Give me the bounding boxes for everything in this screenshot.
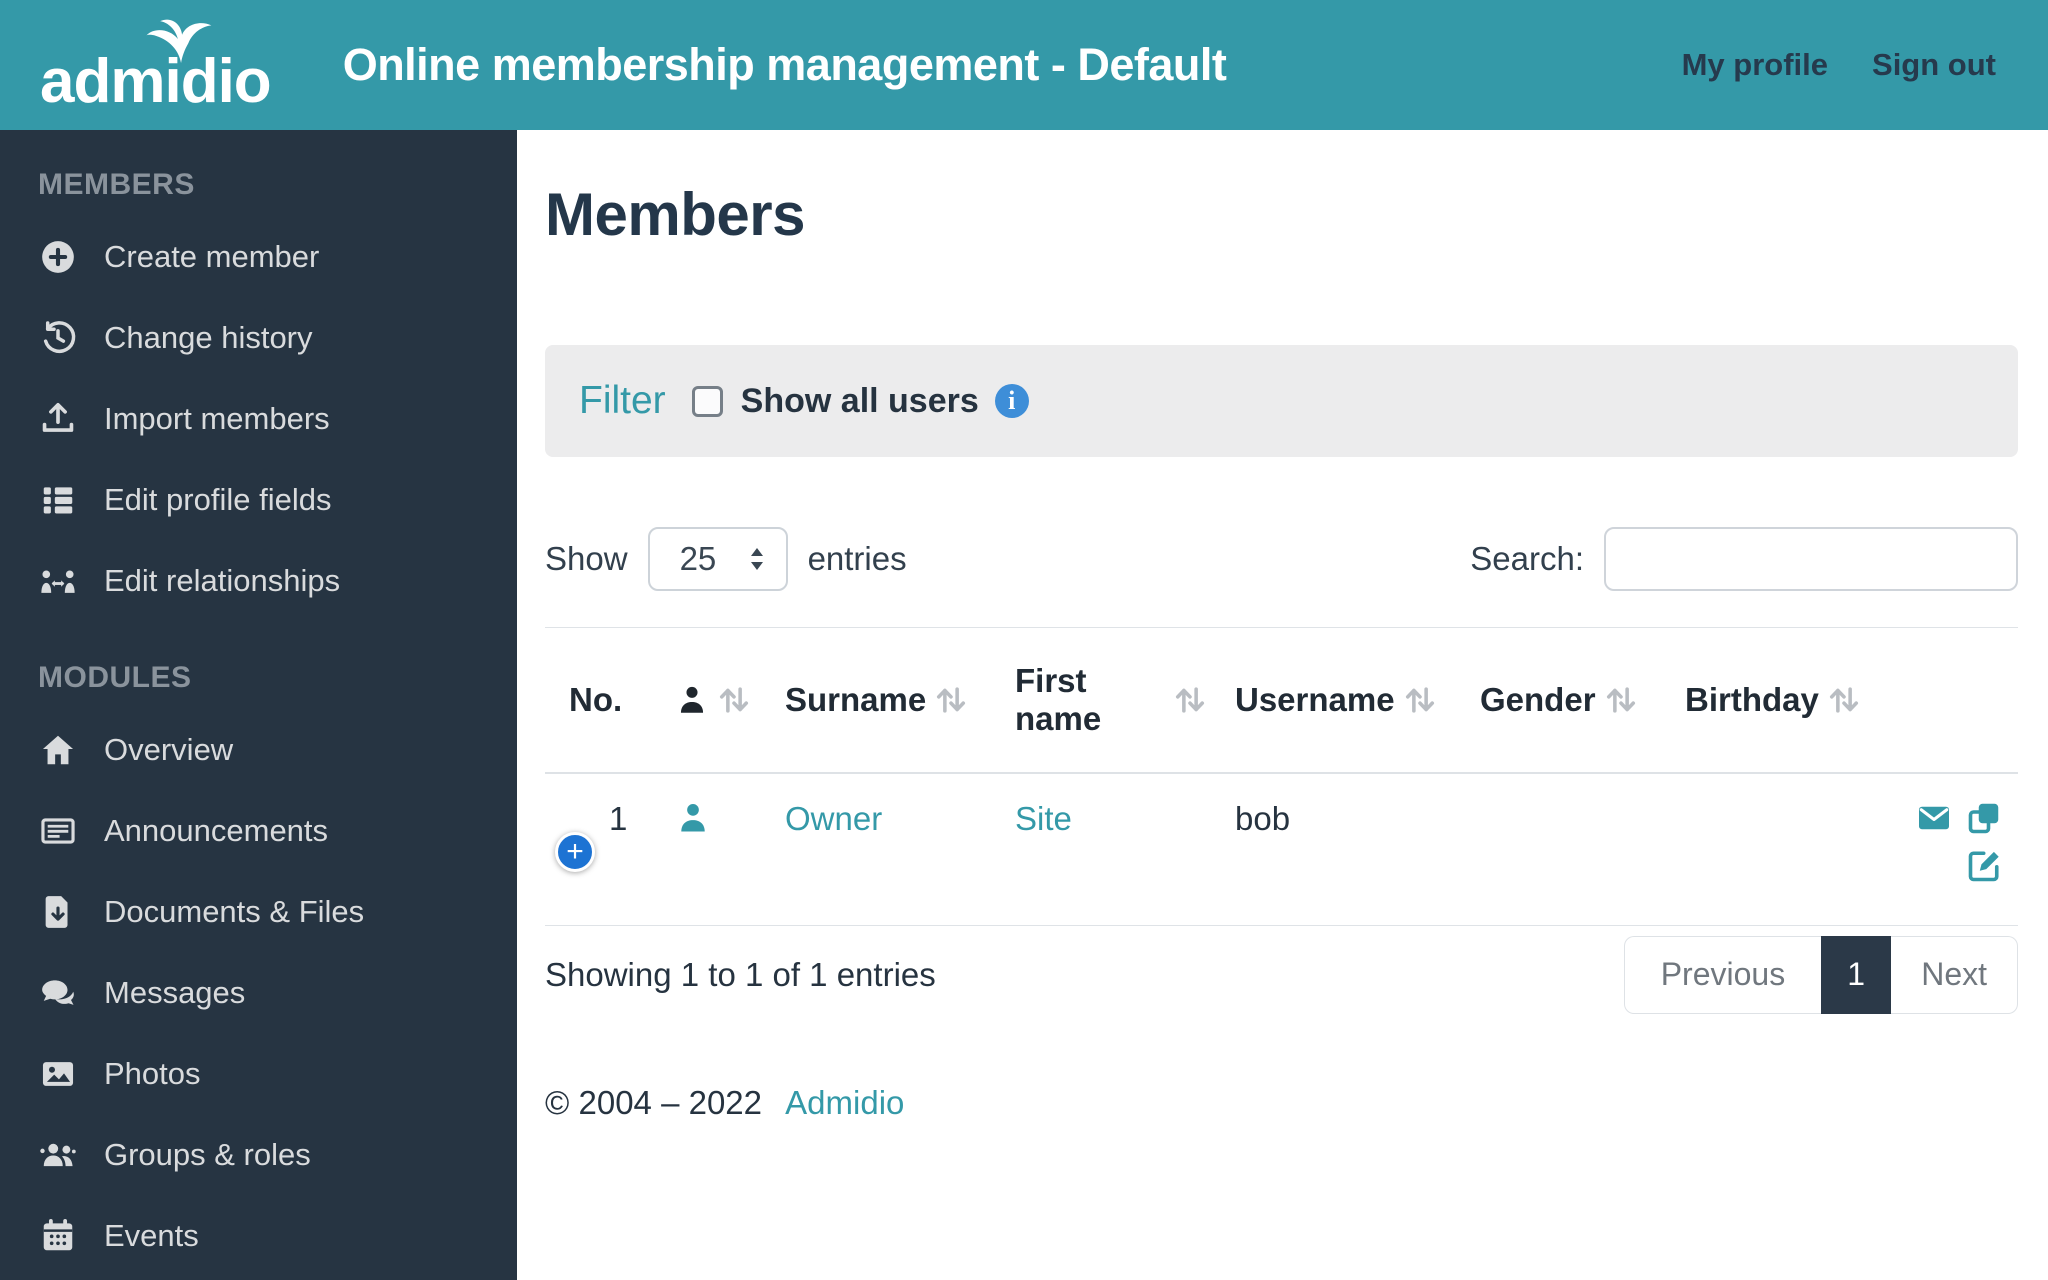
sort-icon bbox=[1606, 687, 1635, 713]
admidio-link[interactable]: Admidio bbox=[785, 1084, 904, 1121]
cell-actions bbox=[1890, 773, 2018, 926]
cell-username: bob bbox=[1235, 773, 1480, 926]
top-nav: My profile Sign out bbox=[1682, 47, 1996, 83]
app-header: admidio Online membership management - D… bbox=[0, 0, 2048, 130]
copy-icon[interactable] bbox=[1966, 800, 2002, 836]
entries-info: Showing 1 to 1 of 1 entries bbox=[545, 955, 936, 993]
edit-icon[interactable] bbox=[1966, 848, 2002, 884]
messages-icon bbox=[38, 973, 78, 1013]
app-title: Online membership management - Default bbox=[342, 39, 1227, 90]
search-control: Search: bbox=[1470, 527, 2018, 591]
pagination-next-button[interactable]: Next bbox=[1891, 935, 2018, 1014]
column-header-no: No. bbox=[545, 627, 675, 774]
page-footer: © 2004 – 2022 Admidio bbox=[545, 1084, 2018, 1122]
sort-icon bbox=[719, 687, 749, 713]
show-all-users-label: Show all users bbox=[740, 381, 979, 420]
message-icon[interactable] bbox=[1916, 800, 1952, 836]
length-control: Show 25 entries bbox=[545, 527, 907, 591]
sidebar-item-change-history[interactable]: Change history bbox=[0, 297, 517, 378]
plus-circle-icon bbox=[38, 237, 78, 277]
history-icon bbox=[38, 318, 78, 358]
upload-icon bbox=[38, 399, 78, 439]
person-icon[interactable] bbox=[675, 800, 711, 836]
column-header-actions bbox=[1890, 627, 2018, 774]
cell-surname: Owner bbox=[785, 773, 1015, 926]
person-icon bbox=[680, 686, 704, 713]
surname-link[interactable]: Owner bbox=[785, 800, 882, 837]
pagination-page-1-button[interactable]: 1 bbox=[1821, 935, 1892, 1014]
column-header-gender[interactable]: Gender bbox=[1480, 627, 1685, 774]
sidebar-heading-modules: MODULES bbox=[38, 661, 192, 694]
sidebar-item-groups-roles[interactable]: Groups & roles bbox=[0, 1114, 517, 1195]
sidebar-item-documents-files[interactable]: Documents & Files bbox=[0, 871, 517, 952]
cell-first-name: Site bbox=[1015, 773, 1235, 926]
table-header-row: No. Surname First name Username Gender B… bbox=[545, 627, 2018, 774]
sidebar-item-announcements[interactable]: Announcements bbox=[0, 790, 517, 871]
info-icon[interactable]: i bbox=[994, 384, 1029, 418]
sort-icon bbox=[1829, 687, 1858, 713]
row-expand-button[interactable]: + bbox=[555, 832, 595, 872]
page-title: Members bbox=[545, 181, 805, 248]
members-table: No. Surname First name Username Gender B… bbox=[545, 627, 2018, 926]
photo-icon bbox=[38, 1054, 78, 1094]
sidebar-item-import-members[interactable]: Import members bbox=[0, 378, 517, 459]
sidebar-item-events[interactable]: Events bbox=[0, 1195, 517, 1276]
sidebar-heading-members: MEMBERS bbox=[38, 168, 195, 201]
sidebar-item-photos[interactable]: Photos bbox=[0, 1033, 517, 1114]
column-header-first-name[interactable]: First name bbox=[1015, 627, 1235, 774]
list-icon bbox=[38, 480, 78, 520]
sidebar-item-edit-profile-fields[interactable]: Edit profile fields bbox=[0, 459, 517, 540]
entries-select[interactable]: 25 bbox=[647, 527, 788, 591]
main-content: Members Filter Show all users i Show 25 … bbox=[517, 130, 2048, 1280]
select-caret-icon bbox=[750, 548, 763, 570]
search-input[interactable] bbox=[1604, 527, 2018, 591]
table-controls: Show 25 entries Search: bbox=[545, 527, 2018, 591]
sidebar-item-create-member[interactable]: Create member bbox=[0, 216, 517, 297]
app-logo[interactable]: admidio bbox=[40, 17, 272, 113]
pagination-previous-button[interactable]: Previous bbox=[1623, 935, 1822, 1014]
first-name-link[interactable]: Site bbox=[1015, 800, 1072, 837]
sidebar-item-messages[interactable]: Messages bbox=[0, 952, 517, 1033]
relationships-icon bbox=[38, 561, 78, 601]
table-row: + 1 Owner Site bob bbox=[545, 773, 2018, 926]
cell-member-icon bbox=[675, 773, 785, 926]
sort-icon bbox=[1405, 687, 1434, 713]
column-header-surname[interactable]: Surname bbox=[785, 627, 1015, 774]
cell-gender bbox=[1480, 773, 1685, 926]
column-header-member[interactable] bbox=[675, 627, 785, 774]
my-profile-link[interactable]: My profile bbox=[1682, 47, 1828, 83]
sidebar: MEMBERS Create member Change history Imp… bbox=[0, 130, 517, 1280]
sidebar-item-edit-relationships[interactable]: Edit relationships bbox=[0, 540, 517, 621]
show-all-users-checkbox[interactable] bbox=[691, 385, 723, 417]
column-header-birthday[interactable]: Birthday bbox=[1685, 627, 1890, 774]
sort-icon bbox=[937, 687, 966, 713]
column-header-username[interactable]: Username bbox=[1235, 627, 1480, 774]
file-download-icon bbox=[38, 892, 78, 932]
home-icon bbox=[38, 730, 78, 770]
sort-icon bbox=[1175, 687, 1205, 713]
calendar-icon bbox=[38, 1216, 78, 1256]
filter-toggle[interactable]: Filter bbox=[579, 379, 666, 423]
newspaper-icon bbox=[38, 811, 78, 851]
cell-birthday bbox=[1685, 773, 1890, 926]
filter-panel: Filter Show all users i bbox=[545, 345, 2018, 457]
admidio-bird-icon bbox=[146, 19, 212, 63]
groups-icon bbox=[38, 1135, 78, 1175]
search-label: Search: bbox=[1470, 540, 1584, 577]
cell-no: + 1 bbox=[545, 773, 675, 926]
pagination: Previous 1 Next bbox=[1623, 935, 2018, 1014]
table-footer-bar: Showing 1 to 1 of 1 entries Previous 1 N… bbox=[545, 935, 2018, 1014]
sign-out-link[interactable]: Sign out bbox=[1872, 47, 1996, 83]
sidebar-item-overview[interactable]: Overview bbox=[0, 709, 517, 790]
copyright-text: © 2004 – 2022 bbox=[545, 1083, 762, 1121]
